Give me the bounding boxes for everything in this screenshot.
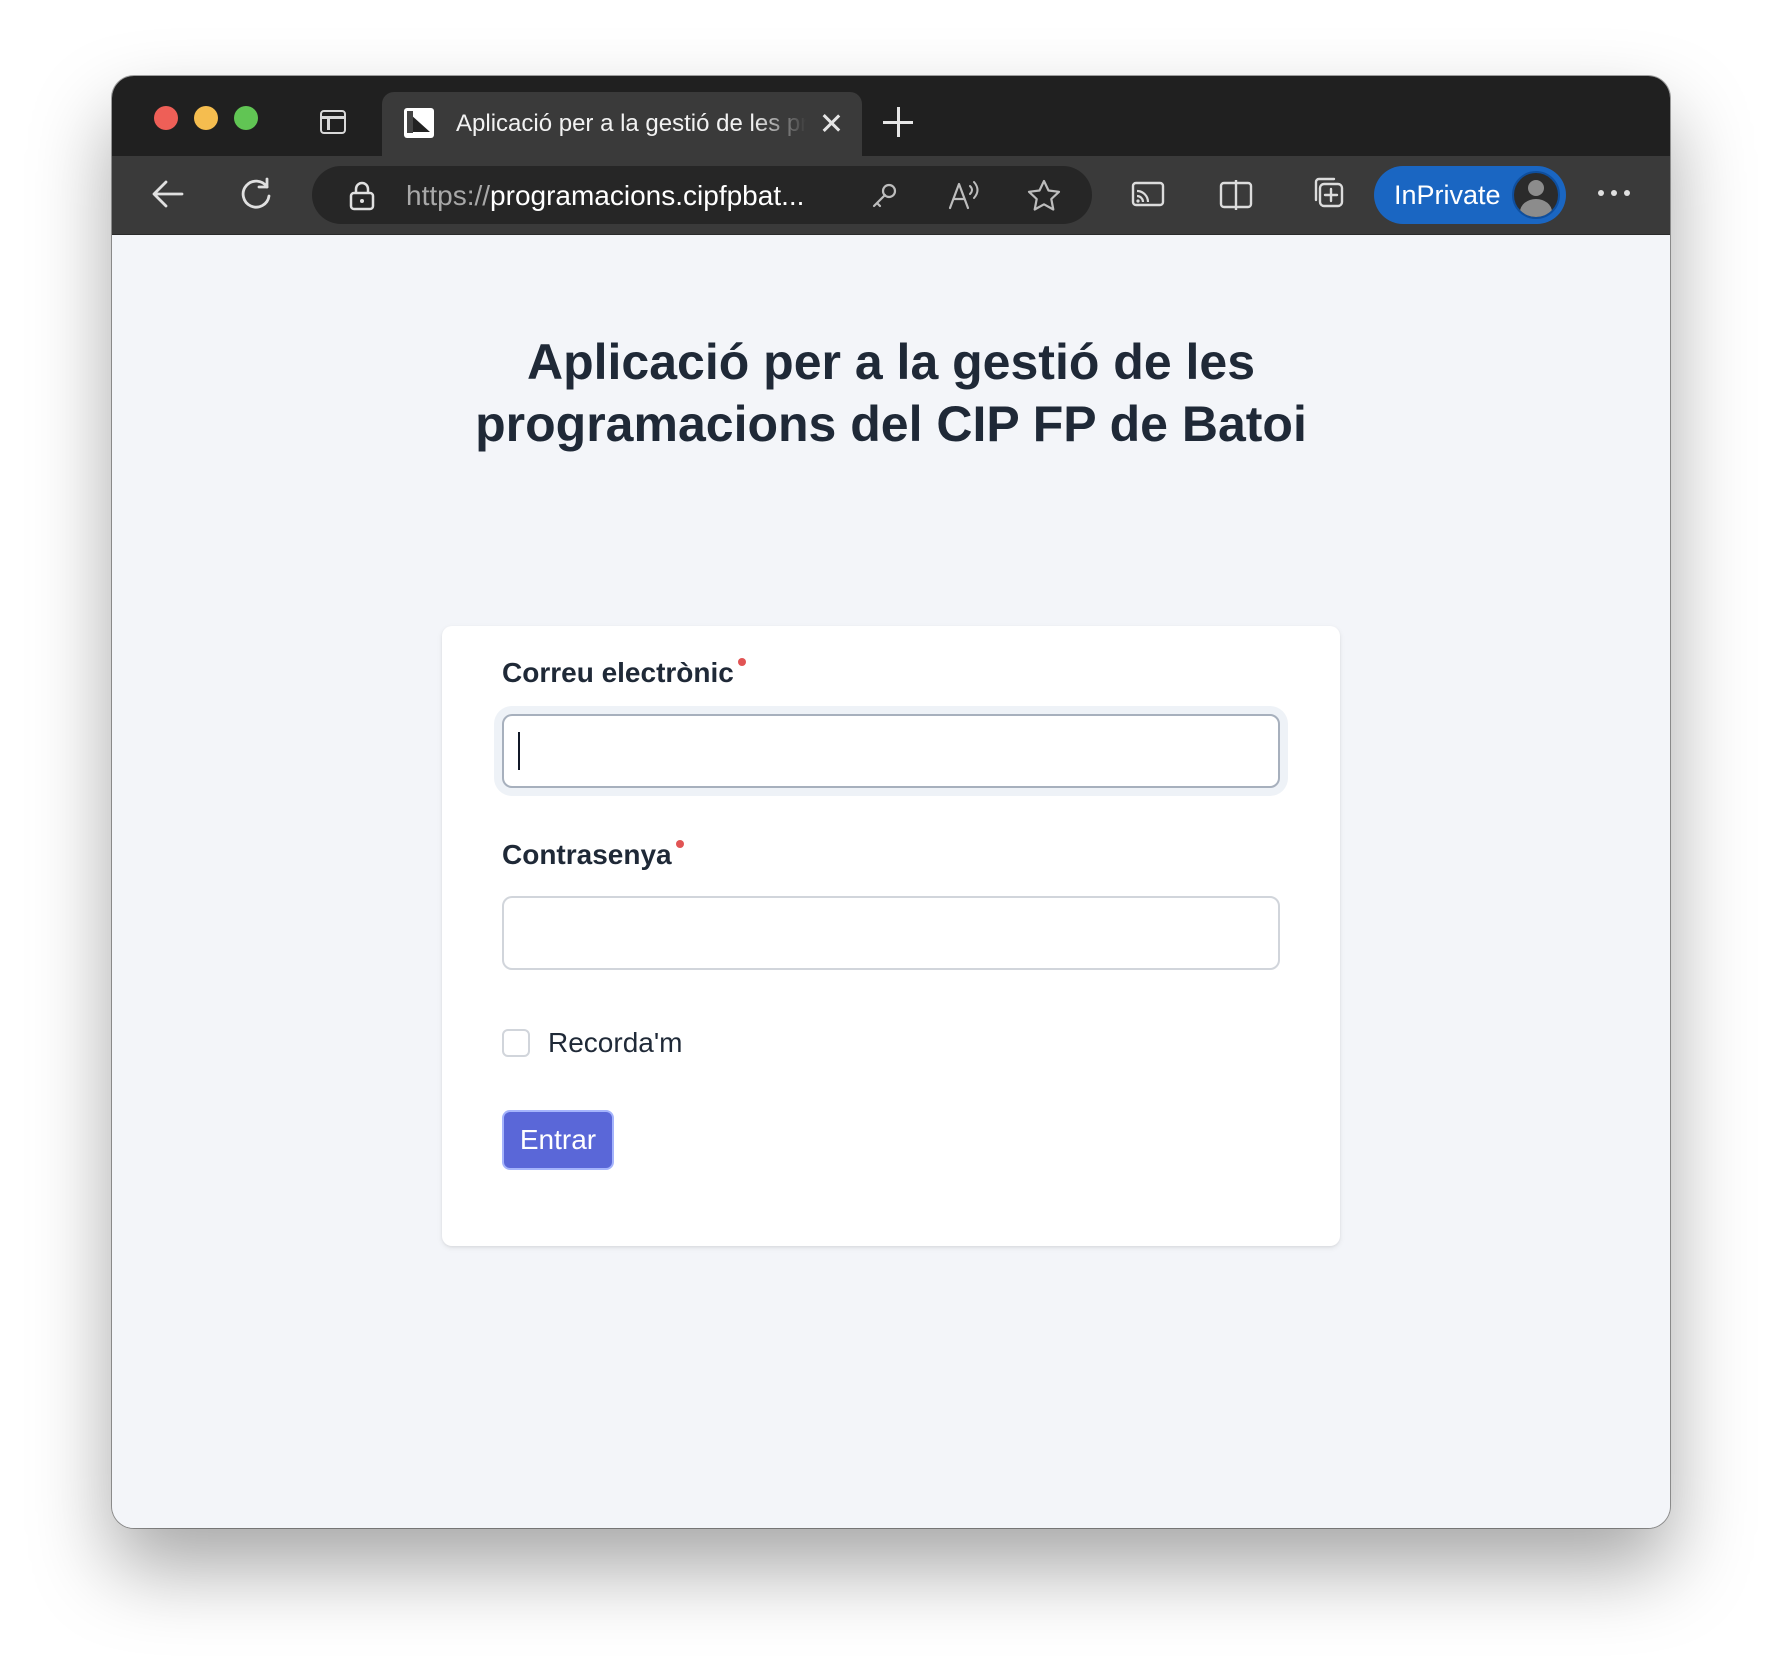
more-options-icon[interactable] (1598, 190, 1630, 198)
close-tab-icon[interactable] (818, 110, 844, 136)
page-title-line-2: programacions del CIP FP de Batoi (475, 396, 1307, 452)
required-marker (737, 658, 746, 666)
url-text[interactable]: https://programacions.cipfpbat... (406, 180, 804, 212)
url-host: programacions.cipfpbat... (490, 180, 805, 211)
browser-window: Aplicació per a la gestió de les program… (112, 76, 1670, 1528)
tab-active[interactable]: Aplicació per a la gestió de les program… (382, 92, 862, 156)
url-scheme: https:// (406, 180, 491, 211)
collections-icon[interactable] (1308, 174, 1346, 212)
remember-me-checkbox[interactable] (502, 1029, 530, 1057)
close-window-button[interactable] (154, 106, 178, 130)
zoom-window-button[interactable] (234, 106, 258, 130)
page-title-line-1: Aplicació per a la gestió de les (526, 334, 1256, 390)
login-card: Correu electrònic Contrasenya Recorda'm … (442, 626, 1340, 1246)
tab-actions-icon[interactable] (320, 110, 346, 134)
address-bar[interactable]: https://programacions.cipfpbat... (312, 166, 1092, 224)
back-arrow-icon[interactable] (148, 174, 188, 214)
read-aloud-icon[interactable] (946, 178, 982, 212)
password-label: Contrasenya (502, 838, 684, 872)
reload-icon[interactable] (236, 174, 276, 214)
favorite-star-icon[interactable] (1026, 178, 1062, 212)
password-field[interactable] (502, 896, 1280, 970)
remember-me-label[interactable]: Recorda'm (548, 1026, 683, 1060)
profile-avatar-icon (1512, 171, 1560, 219)
cast-icon[interactable] (1130, 176, 1166, 212)
tab-bar: Aplicació per a la gestió de les program… (112, 76, 1670, 156)
new-tab-icon[interactable] (882, 106, 914, 138)
password-label-text: Contrasenya (502, 839, 672, 870)
page-content: Aplicació per a la gestió de les program… (112, 235, 1670, 1528)
email-label-text: Correu electrònic (502, 657, 734, 688)
text-caret (518, 732, 520, 770)
required-marker (675, 840, 684, 848)
browser-toolbar: https://programacions.cipfpbat... InPriv… (112, 156, 1670, 235)
email-label: Correu electrònic (502, 656, 746, 690)
inprivate-label: InPrivate (1394, 180, 1501, 210)
split-screen-icon[interactable] (1218, 176, 1254, 212)
lock-icon[interactable] (348, 181, 376, 211)
tab-title: Aplicació per a la gestió de les program… (456, 110, 806, 137)
login-button[interactable]: Entrar (502, 1110, 614, 1170)
page-title: Aplicació per a la gestió de les program… (112, 331, 1670, 455)
email-field[interactable] (502, 714, 1280, 788)
minimize-window-button[interactable] (194, 106, 218, 130)
key-icon[interactable] (868, 180, 900, 212)
site-favicon-icon (404, 108, 434, 138)
inprivate-profile-button[interactable]: InPrivate (1374, 166, 1566, 224)
